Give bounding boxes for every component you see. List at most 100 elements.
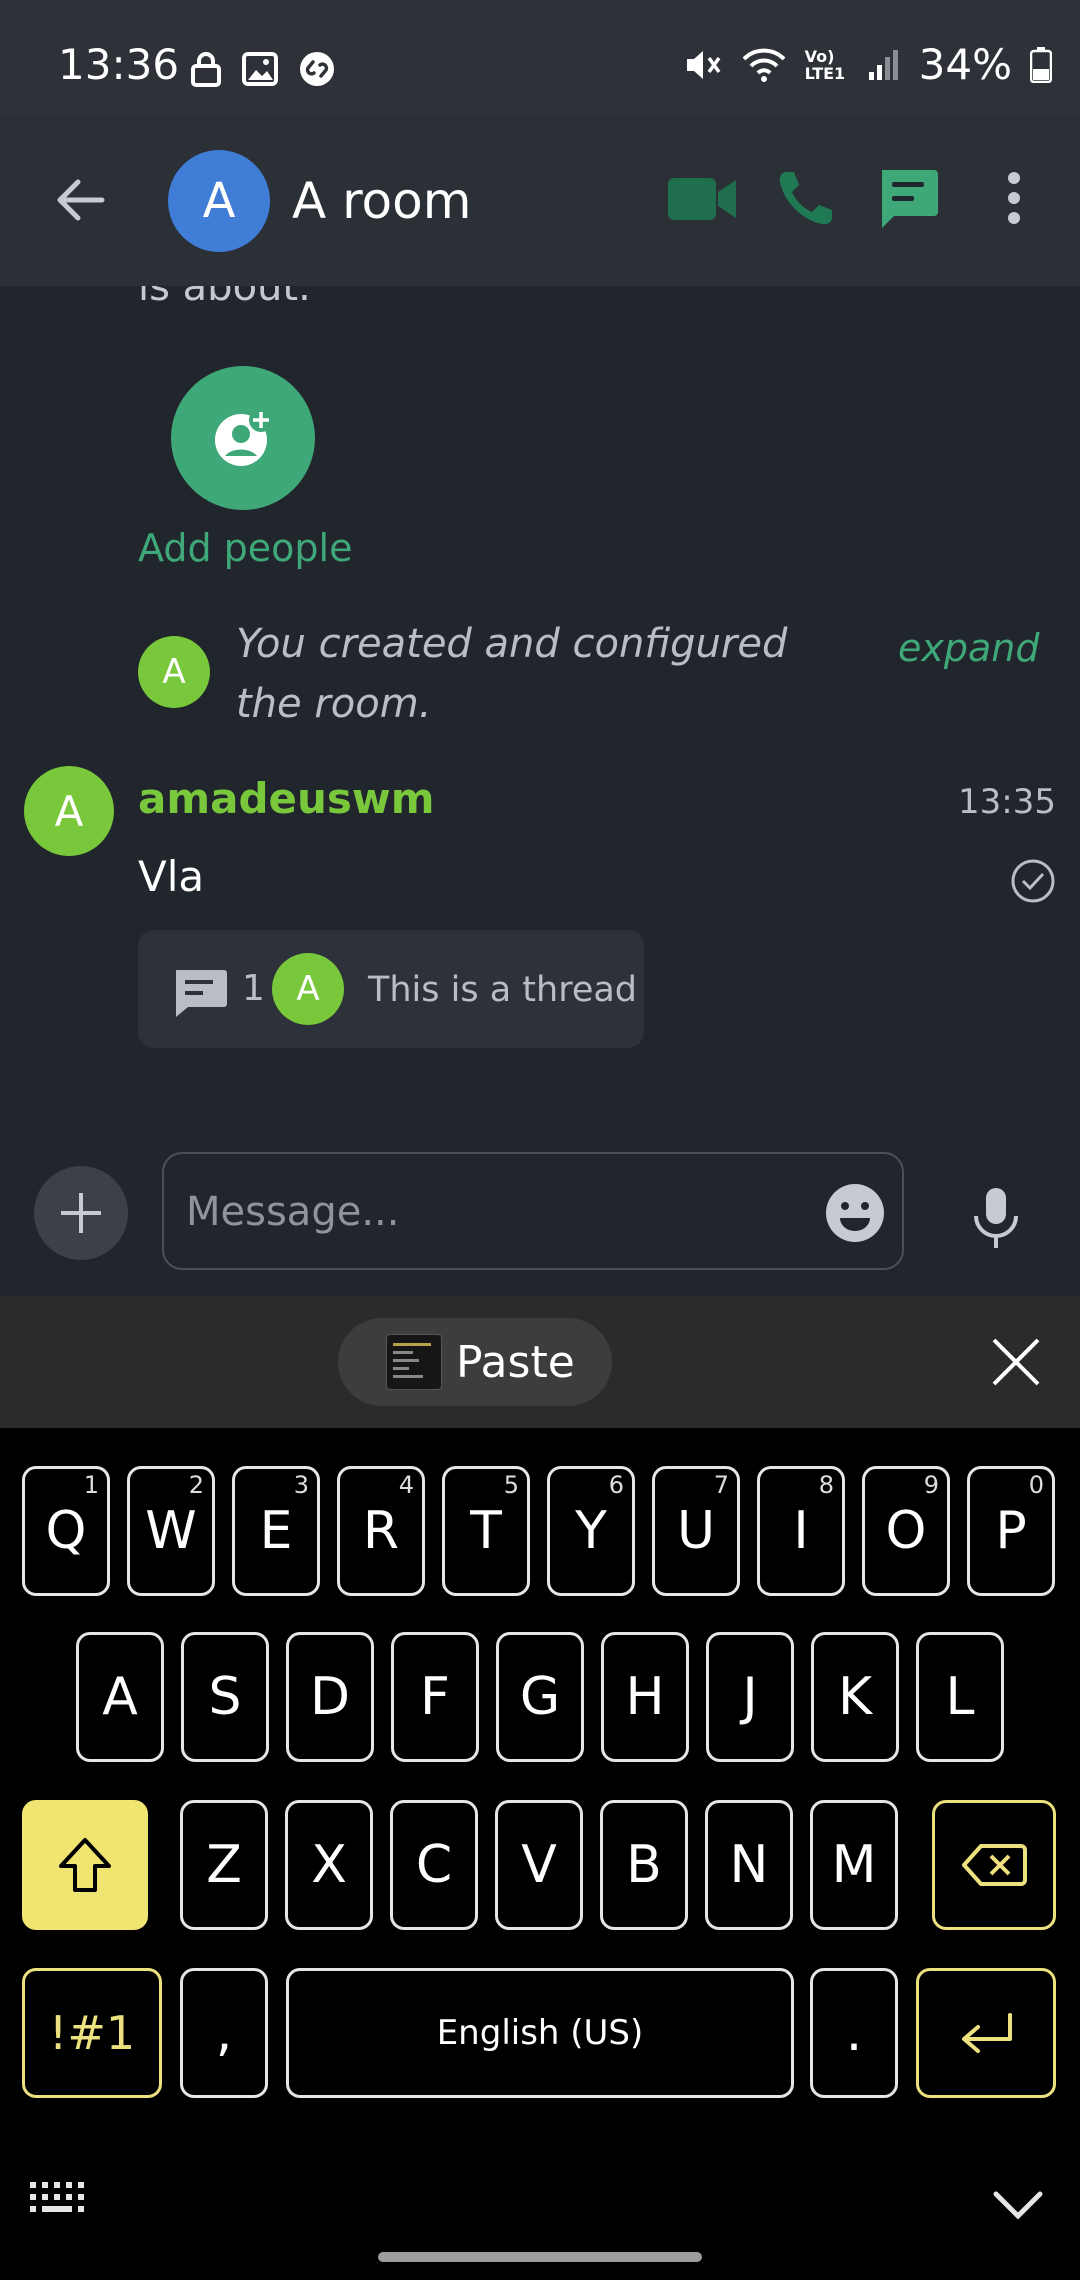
- key-f[interactable]: F: [391, 1632, 479, 1762]
- message-timestamp: 13:35: [958, 782, 1056, 822]
- key-s[interactable]: S: [181, 1632, 269, 1762]
- thread-icon: [176, 970, 227, 1017]
- back-arrow-icon[interactable]: [52, 172, 108, 228]
- enter-key[interactable]: [916, 1968, 1056, 2098]
- key-c[interactable]: C: [390, 1800, 478, 1930]
- expand-link[interactable]: expand: [898, 626, 1039, 670]
- key-label: P: [995, 1501, 1027, 1561]
- paste-button[interactable]: Paste: [338, 1318, 612, 1406]
- thread-reply-count: 1: [242, 968, 265, 1009]
- key-number-hint: 8: [818, 1471, 834, 1499]
- space-key[interactable]: English (US): [286, 1968, 794, 2098]
- key-q[interactable]: Q1: [22, 1466, 110, 1596]
- thread-summary[interactable]: 1 A This is a thread: [138, 930, 644, 1048]
- key-n[interactable]: N: [705, 1800, 793, 1930]
- home-indicator[interactable]: [378, 2252, 702, 2262]
- key-l[interactable]: L: [916, 1632, 1004, 1762]
- key-label: D: [309, 1667, 351, 1727]
- add-people-button[interactable]: [171, 366, 315, 510]
- key-v[interactable]: V: [495, 1800, 583, 1930]
- sender-avatar[interactable]: A: [24, 766, 114, 856]
- message-input-box[interactable]: [162, 1152, 904, 1270]
- key-label: C: [415, 1835, 453, 1895]
- key-t[interactable]: T5: [442, 1466, 530, 1596]
- threads-icon[interactable]: [876, 166, 940, 230]
- key-x[interactable]: X: [285, 1800, 373, 1930]
- symbols-key[interactable]: !#1: [22, 1968, 162, 2098]
- key-label: X: [311, 1835, 347, 1895]
- chevron-down-icon[interactable]: [992, 2188, 1044, 2220]
- room-title[interactable]: A room: [292, 172, 471, 230]
- shazam-icon: [300, 52, 334, 86]
- key-u[interactable]: U7: [652, 1466, 740, 1596]
- paste-label: Paste: [456, 1336, 575, 1388]
- microphone-icon[interactable]: [970, 1186, 1022, 1250]
- backspace-icon: [962, 1844, 1027, 1886]
- key-label: J: [742, 1667, 758, 1727]
- period-key[interactable]: .: [810, 1968, 898, 2098]
- room-header: A A room: [0, 116, 1080, 286]
- thread-latest-text: This is a thread: [368, 970, 638, 1010]
- enter-icon: [962, 2013, 1012, 2053]
- key-m[interactable]: M: [810, 1800, 898, 1930]
- status-time: 13:36: [58, 40, 180, 89]
- key-label: R: [362, 1501, 400, 1561]
- attachment-button[interactable]: [34, 1166, 128, 1260]
- key-label: A: [102, 1667, 138, 1727]
- network-type-label: Vo) LTE1: [804, 46, 846, 83]
- key-number-hint: 5: [503, 1471, 519, 1499]
- key-r[interactable]: R4: [337, 1466, 425, 1596]
- key-number-hint: 2: [188, 1471, 204, 1499]
- key-w[interactable]: W2: [127, 1466, 215, 1596]
- key-label: W: [145, 1501, 197, 1561]
- key-number-hint: 1: [83, 1471, 99, 1499]
- key-label: Q: [45, 1501, 87, 1561]
- sender-name[interactable]: amadeuswm: [138, 774, 434, 823]
- key-o[interactable]: O9: [862, 1466, 950, 1596]
- shift-arrow-icon: [59, 1838, 111, 1892]
- close-icon[interactable]: [990, 1336, 1042, 1388]
- image-icon: [242, 52, 278, 86]
- key-label: S: [208, 1667, 242, 1727]
- key-y[interactable]: Y6: [547, 1466, 635, 1596]
- clipboard-thumbnail-icon: [386, 1334, 442, 1390]
- more-vert-icon[interactable]: [1004, 168, 1024, 228]
- key-i[interactable]: I8: [757, 1466, 845, 1596]
- status-bar: 13:36 Vo) LTE1 34%: [0, 0, 1080, 116]
- voice-call-icon[interactable]: [776, 168, 836, 228]
- clipboard-bar: Paste: [0, 1296, 1080, 1428]
- comma-key[interactable]: ,: [180, 1968, 268, 2098]
- key-k[interactable]: K: [811, 1632, 899, 1762]
- key-j[interactable]: J: [706, 1632, 794, 1762]
- key-label: E: [259, 1501, 293, 1561]
- key-number-hint: 6: [608, 1471, 624, 1499]
- battery-icon: [1030, 46, 1052, 83]
- backspace-key[interactable]: [932, 1800, 1056, 1930]
- key-a[interactable]: A: [76, 1632, 164, 1762]
- key-e[interactable]: E3: [232, 1466, 320, 1596]
- battery-percent: 34%: [918, 40, 1012, 89]
- key-label: L: [945, 1667, 975, 1727]
- key-d[interactable]: D: [286, 1632, 374, 1762]
- shift-key[interactable]: [22, 1800, 148, 1930]
- add-people-label[interactable]: Add people: [138, 526, 352, 570]
- key-label: F: [420, 1667, 450, 1727]
- key-label: N: [729, 1835, 769, 1895]
- key-z[interactable]: Z: [180, 1800, 268, 1930]
- message-body[interactable]: Vla: [138, 852, 204, 901]
- key-label: T: [470, 1501, 502, 1561]
- key-number-hint: 9: [923, 1471, 939, 1499]
- room-avatar[interactable]: A: [168, 150, 270, 252]
- key-label: K: [837, 1667, 873, 1727]
- key-g[interactable]: G: [496, 1632, 584, 1762]
- key-number-hint: 0: [1028, 1471, 1044, 1499]
- wifi-icon: [742, 48, 786, 82]
- keyboard-grid-icon[interactable]: [28, 2180, 90, 2216]
- created-event-avatar[interactable]: A: [138, 636, 210, 708]
- key-b[interactable]: B: [600, 1800, 688, 1930]
- key-p[interactable]: P0: [967, 1466, 1055, 1596]
- key-h[interactable]: H: [601, 1632, 689, 1762]
- emoji-icon[interactable]: [824, 1182, 886, 1244]
- message-input[interactable]: [186, 1180, 766, 1244]
- video-call-icon[interactable]: [666, 168, 738, 228]
